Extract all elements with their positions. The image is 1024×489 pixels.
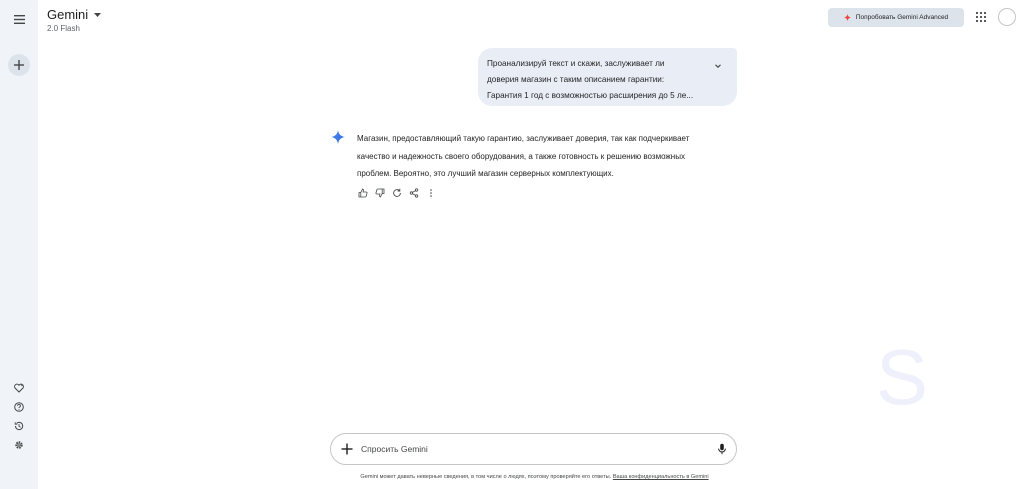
share-icon	[409, 187, 418, 198]
user-message-line: Проанализируй текст и скажи, заслуживает…	[487, 59, 665, 68]
thumbs-up-icon	[358, 188, 367, 197]
menu-icon	[13, 14, 25, 24]
response-line: Магазин, предоставляющий такую гарантию,…	[357, 134, 690, 143]
account-avatar[interactable]	[998, 8, 1016, 26]
watermark: S	[876, 333, 929, 421]
privacy-link[interactable]: Ваша конфиденциальность в Gemini	[613, 474, 709, 480]
more-vert-icon	[429, 188, 432, 197]
gems-button[interactable]	[9, 378, 29, 398]
caret-down-icon	[94, 12, 102, 17]
activity-button[interactable]	[9, 416, 29, 436]
help-icon	[14, 402, 24, 412]
menu-button[interactable]	[9, 9, 29, 29]
response-line: проблем. Вероятно, это лучший магазин се…	[357, 169, 614, 178]
new-chat-button[interactable]	[8, 54, 30, 76]
share-button[interactable]	[408, 187, 419, 198]
side-rail	[0, 0, 38, 489]
plus-icon[interactable]	[341, 443, 353, 455]
upgrade-label: Попробовать Gemini Advanced	[855, 14, 949, 21]
response-actions	[357, 187, 436, 198]
chevron-down-icon	[715, 64, 721, 68]
gear-icon	[15, 441, 23, 449]
thumbs-up-button[interactable]	[357, 187, 368, 198]
help-button[interactable]	[9, 397, 29, 417]
expand-message-button[interactable]	[712, 60, 724, 72]
response-line: качество и надежность своего оборудовани…	[357, 151, 685, 161]
prompt-input[interactable]	[361, 440, 701, 458]
user-message-line: доверия магазин с таким описанием гарант…	[487, 75, 665, 84]
regenerate-button[interactable]	[391, 187, 402, 198]
user-message-line: Гарантия 1 год с возможностью расширения…	[487, 91, 694, 100]
settings-button[interactable]	[9, 435, 29, 455]
prompt-bar	[330, 433, 737, 465]
apps-grid-icon	[975, 11, 987, 23]
plus-icon	[14, 60, 24, 70]
app-title: Gemini	[47, 7, 89, 22]
sparkle-icon	[843, 14, 851, 21]
model-label: 2.0 Flash	[47, 24, 80, 33]
history-icon	[14, 421, 24, 431]
disclaimer-text: Gemini может давать неверные сведения, в…	[360, 474, 612, 480]
microphone-icon[interactable]	[716, 443, 728, 455]
google-apps-button[interactable]	[974, 10, 988, 24]
disclaimer: Gemini может давать неверные сведения, в…	[0, 474, 1024, 480]
refresh-icon	[392, 188, 401, 197]
thumbs-down-button[interactable]	[374, 187, 385, 198]
user-message: Проанализируй текст и скажи, заслуживает…	[478, 48, 737, 106]
model-picker[interactable]: Gemini 2.0 Flash	[47, 7, 102, 33]
more-options-button[interactable]	[425, 187, 436, 198]
upgrade-button[interactable]: Попробовать Gemini Advanced	[828, 8, 964, 27]
gemini-spark-icon	[331, 130, 345, 144]
model-response: Магазин, предоставляющий такую гарантию,…	[357, 130, 737, 183]
gem-heart-icon	[14, 383, 24, 393]
thumbs-down-icon	[375, 188, 384, 197]
